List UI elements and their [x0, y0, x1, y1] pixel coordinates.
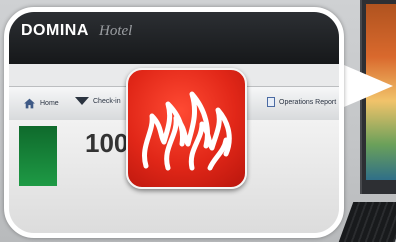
fire-icon: [142, 91, 232, 171]
home-icon: [23, 97, 36, 110]
nav-check-in-label: Check-in: [93, 97, 121, 105]
background-keyboard: [338, 202, 396, 242]
nav-check-in[interactable]: Check-in: [75, 97, 121, 105]
callout-tail: [337, 62, 393, 110]
status-tile[interactable]: [19, 126, 57, 186]
nav-operations-report[interactable]: Operations Report: [267, 97, 336, 107]
app-header: DOMINA Hotel: [9, 12, 339, 64]
nav-operations-report-label: Operations Report: [279, 98, 337, 106]
room-count: 100: [85, 128, 129, 158]
document-icon: [267, 97, 275, 107]
brand-logo: DOMINA: [21, 22, 89, 39]
fire-alert-badge: [126, 68, 247, 189]
brand-subtitle: Hotel: [99, 23, 133, 39]
triangle-down-icon: [75, 97, 89, 105]
nav-home[interactable]: Home: [23, 97, 59, 110]
nav-home-label: Home: [40, 100, 59, 107]
